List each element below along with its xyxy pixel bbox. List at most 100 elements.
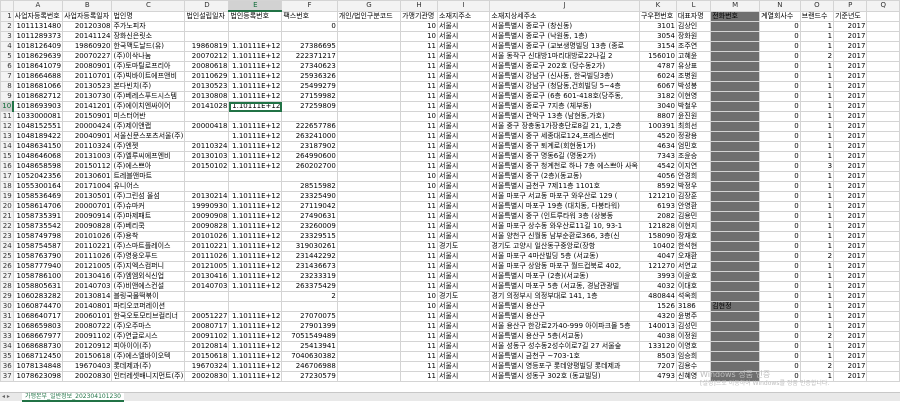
table-cell[interactable]: 1011131480 bbox=[12, 21, 64, 32]
column-header-J[interactable]: J bbox=[489, 0, 640, 12]
table-cell[interactable]: 20130103 bbox=[184, 151, 230, 162]
table-cell[interactable]: 1 bbox=[799, 71, 835, 82]
table-cell[interactable]: 2082 bbox=[638, 211, 677, 222]
table-cell[interactable]: 2017 bbox=[833, 221, 868, 232]
redacted-phone-cell[interactable] bbox=[710, 291, 761, 302]
table-cell[interactable]: 20120308 bbox=[62, 21, 113, 32]
table-cell[interactable]: 8592 bbox=[638, 181, 677, 192]
table-cell[interactable]: 11 bbox=[400, 201, 438, 212]
table-cell[interactable]: 264990600 bbox=[281, 151, 338, 162]
redacted-phone-cell[interactable] bbox=[710, 321, 761, 332]
table-cell[interactable]: 1.10111E+12 bbox=[228, 331, 283, 342]
table-cell[interactable]: 서울시 bbox=[436, 171, 491, 182]
redacted-phone-cell[interactable] bbox=[710, 201, 761, 212]
table-cell[interactable] bbox=[866, 31, 900, 42]
redacted-phone-cell[interactable] bbox=[710, 31, 761, 42]
table-cell[interactable]: 2017 bbox=[833, 281, 868, 292]
table-cell[interactable]: 7040630382 bbox=[281, 351, 338, 362]
table-cell[interactable]: 장재호 bbox=[675, 231, 712, 242]
row-header[interactable]: 18 bbox=[0, 181, 14, 192]
table-cell[interactable]: 서울특별시 종로구 202호 (당수동2가) bbox=[489, 61, 640, 72]
table-cell[interactable]: 오재환 bbox=[675, 251, 712, 262]
table-cell[interactable]: 8503 bbox=[638, 351, 677, 362]
table-cell[interactable]: 1058749798 bbox=[12, 231, 64, 242]
table-cell[interactable]: 20111026 bbox=[184, 251, 230, 262]
column-header-E[interactable]: E bbox=[228, 0, 283, 12]
table-cell[interactable]: 20130523 bbox=[62, 81, 113, 92]
table-cell[interactable]: 서울 마포구 상암동 마포구 월드컵북로 402, bbox=[489, 261, 640, 272]
table-cell[interactable] bbox=[866, 271, 900, 282]
table-cell[interactable]: 장화신은릿소 bbox=[111, 31, 186, 42]
table-cell[interactable]: 3182 bbox=[638, 91, 677, 102]
table-cell[interactable]: 20150618 bbox=[184, 351, 230, 362]
table-cell[interactable]: 11 bbox=[400, 231, 438, 242]
table-cell[interactable]: 안영환 bbox=[675, 201, 712, 212]
table-cell[interactable]: 1 bbox=[799, 351, 835, 362]
table-cell[interactable]: 263241000 bbox=[281, 131, 338, 142]
table-cell[interactable]: 트레블앤마트 bbox=[111, 171, 186, 182]
table-cell[interactable]: 서울특별시 중구 명동6길 (명동2가) bbox=[489, 151, 640, 162]
table-cell[interactable]: 1.10111E+12 bbox=[228, 351, 283, 362]
table-cell[interactable]: 0 bbox=[759, 141, 801, 152]
table-cell[interactable]: 20130814 bbox=[62, 291, 113, 302]
table-cell[interactable] bbox=[336, 111, 402, 122]
table-cell[interactable]: 2017 bbox=[833, 291, 868, 302]
table-cell[interactable]: 20130416 bbox=[62, 271, 113, 282]
table-cell[interactable]: 서울시 bbox=[436, 151, 491, 162]
table-cell[interactable]: 0 bbox=[759, 71, 801, 82]
table-cell[interactable]: 1.10111E+12 bbox=[228, 211, 283, 222]
table-cell[interactable]: 2017 bbox=[833, 201, 868, 212]
table-cell[interactable] bbox=[228, 291, 283, 302]
redacted-phone-cell[interactable] bbox=[710, 261, 761, 272]
table-cell[interactable]: 0 bbox=[759, 21, 801, 32]
table-cell[interactable] bbox=[866, 201, 900, 212]
table-cell[interactable]: 2017 bbox=[833, 331, 868, 342]
table-cell[interactable]: 1 bbox=[799, 301, 835, 312]
sheet-tab[interactable]: 가맹본부_일반정보_202304101230 bbox=[22, 393, 124, 402]
table-cell[interactable]: 서울시 bbox=[436, 331, 491, 342]
field-name-cell[interactable]: 소재지상세주소 bbox=[489, 10, 640, 22]
table-cell[interactable]: 0 bbox=[759, 221, 801, 232]
table-cell[interactable]: 1.10111E+12 bbox=[228, 281, 283, 292]
table-cell[interactable]: 서울시 bbox=[436, 81, 491, 92]
table-cell[interactable]: 0 bbox=[759, 241, 801, 252]
redacted-phone-cell[interactable] bbox=[710, 231, 761, 242]
table-cell[interactable] bbox=[866, 111, 900, 122]
table-cell[interactable]: 롯데제과(주) bbox=[111, 361, 186, 372]
table-cell[interactable]: 20140703 bbox=[62, 281, 113, 292]
table-cell[interactable]: 2017 bbox=[833, 141, 868, 152]
table-cell[interactable]: 4787 bbox=[638, 61, 677, 72]
table-cell[interactable]: 4032 bbox=[638, 281, 677, 292]
redacted-phone-cell[interactable] bbox=[710, 211, 761, 222]
table-cell[interactable]: 0 bbox=[759, 171, 801, 182]
table-cell[interactable]: 2017 bbox=[833, 101, 868, 112]
table-cell[interactable]: 서울 용산구 한강로2가40-999 아이파크몰 5층 bbox=[489, 321, 640, 332]
table-cell[interactable]: 100391 bbox=[638, 121, 677, 132]
table-cell[interactable]: 11 bbox=[400, 121, 438, 132]
table-cell[interactable]: 1 bbox=[799, 21, 835, 32]
table-cell[interactable]: 0 bbox=[281, 21, 338, 32]
table-cell[interactable] bbox=[184, 131, 230, 142]
table-cell[interactable]: 임승희 bbox=[675, 351, 712, 362]
table-cell[interactable]: 조주연 bbox=[675, 41, 712, 52]
table-cell[interactable]: 20121005 bbox=[62, 261, 113, 272]
table-cell[interactable]: 1058536469 bbox=[12, 191, 64, 202]
table-cell[interactable]: 2 bbox=[799, 51, 835, 62]
table-cell[interactable]: 1 bbox=[799, 261, 835, 272]
row-header[interactable]: 19 bbox=[0, 191, 14, 202]
table-cell[interactable]: 서울특별시 성동구 302호 (동교빌딩) bbox=[489, 371, 640, 382]
table-cell[interactable]: 27159982 bbox=[281, 91, 338, 102]
table-cell[interactable]: 20090828 bbox=[184, 221, 230, 232]
table-cell[interactable]: 1048646068 bbox=[12, 151, 64, 162]
redacted-phone-cell[interactable] bbox=[710, 161, 761, 172]
table-cell[interactable]: 1 bbox=[799, 41, 835, 52]
table-cell[interactable] bbox=[336, 101, 402, 112]
table-cell[interactable] bbox=[336, 181, 402, 192]
table-cell[interactable]: 19860920 bbox=[62, 41, 113, 52]
redacted-phone-cell[interactable] bbox=[710, 111, 761, 122]
table-cell[interactable]: 4038 bbox=[638, 331, 677, 342]
table-cell[interactable]: 10402 bbox=[638, 241, 677, 252]
table-cell[interactable]: 20130730 bbox=[62, 91, 113, 102]
table-cell[interactable]: 서울시 bbox=[436, 321, 491, 332]
table-cell[interactable]: 11 bbox=[400, 221, 438, 232]
